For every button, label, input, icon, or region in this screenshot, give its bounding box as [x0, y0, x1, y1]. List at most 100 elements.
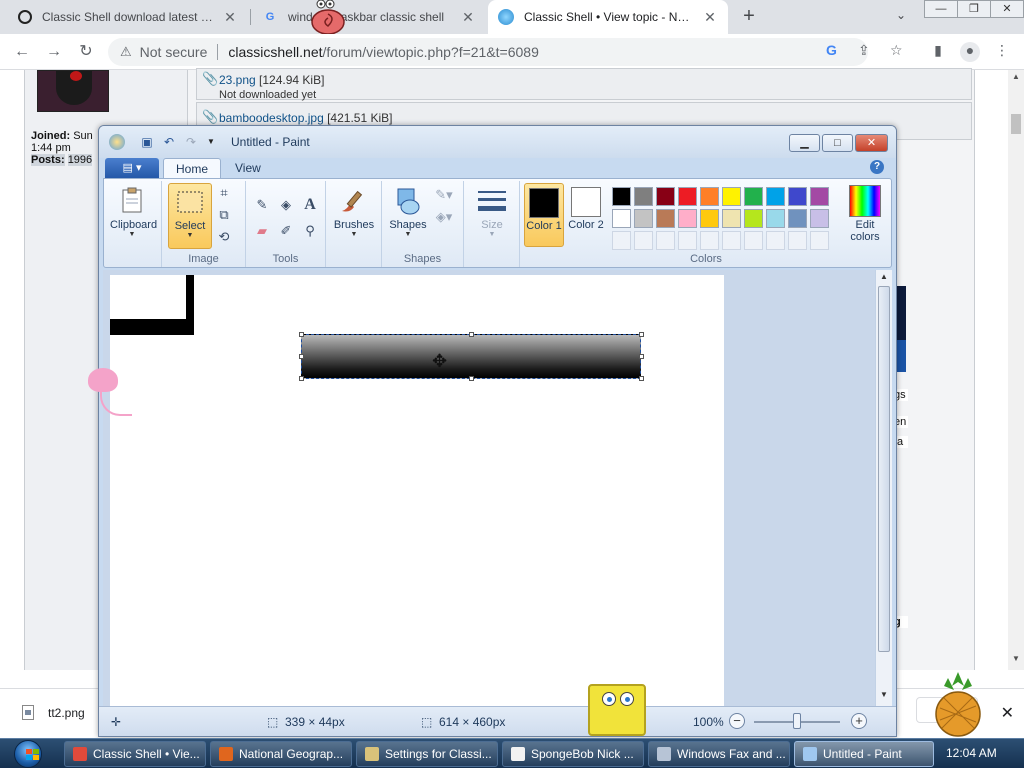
palette-color-swatch[interactable] [612, 209, 631, 228]
new-tab-button[interactable]: + [738, 6, 760, 28]
palette-color-swatch[interactable] [722, 187, 741, 206]
canvas-vertical-scrollbar[interactable]: ▲ ▼ [875, 270, 892, 706]
fill-icon[interactable]: ◈▾ [434, 207, 454, 227]
brushes-button[interactable]: Brushes ▼ [332, 183, 376, 249]
paint-maximize-button[interactable]: □ [822, 134, 853, 152]
redo-icon[interactable]: ↷ [183, 134, 199, 150]
tab-home[interactable]: Home [163, 158, 222, 178]
palette-color-swatch[interactable] [634, 187, 653, 206]
color2-button[interactable]: Color 2 [566, 183, 606, 247]
palette-color-swatch[interactable] [810, 187, 829, 206]
close-tab-icon[interactable]: ✕ [222, 9, 238, 26]
system-clock[interactable]: 12:04 AM [946, 746, 997, 760]
taskbar-button[interactable]: Untitled - Paint [794, 741, 934, 767]
tab-view[interactable]: View [223, 158, 273, 178]
palette-color-swatch[interactable] [700, 187, 719, 206]
page-scrollbar[interactable]: ▲ ▼ [1008, 70, 1024, 670]
custom-color-slot[interactable] [722, 231, 741, 250]
security-status[interactable]: Not secure [140, 44, 208, 60]
resize-icon[interactable]: ⧉ [214, 205, 234, 225]
help-icon[interactable]: ? [870, 160, 884, 174]
custom-color-slot[interactable] [678, 231, 697, 250]
fill-bucket-icon[interactable]: ◈ [276, 195, 296, 215]
shapes-button[interactable]: Shapes ▼ [386, 183, 430, 249]
select-button[interactable]: Select ▼ [168, 183, 212, 249]
resize-handle[interactable] [299, 332, 304, 337]
drawing-canvas[interactable]: ✥ [110, 275, 724, 706]
edit-colors-button[interactable]: Edit colors [842, 183, 888, 249]
palette-color-swatch[interactable] [678, 209, 697, 228]
palette-color-swatch[interactable] [700, 209, 719, 228]
eraser-icon[interactable]: ▰ [252, 221, 272, 241]
text-tool-icon[interactable]: A [300, 195, 320, 215]
taskbar-button[interactable]: Settings for Classi... [356, 741, 498, 767]
palette-color-swatch[interactable] [656, 209, 675, 228]
custom-color-slot[interactable] [766, 231, 785, 250]
restore-button[interactable]: ❐ [957, 0, 991, 18]
color1-button[interactable]: Color 1 [524, 183, 564, 247]
download-item[interactable]: tt2.png [22, 705, 85, 720]
rotate-icon[interactable]: ⟲ [214, 227, 234, 247]
scroll-down-icon[interactable]: ▼ [1008, 654, 1024, 663]
zoom-out-icon[interactable]: − [729, 713, 745, 729]
warning-icon[interactable]: ⚠ [120, 44, 132, 60]
reload-icon[interactable]: ↻ [76, 42, 96, 62]
url-text[interactable]: classicshell.net/forum/viewtopic.php?f=2… [228, 44, 539, 60]
scroll-up-icon[interactable]: ▲ [1008, 72, 1024, 81]
paint-app-icon[interactable] [109, 134, 125, 150]
taskbar-button[interactable]: SpongeBob Nick ... [502, 741, 644, 767]
custom-color-slot[interactable] [634, 231, 653, 250]
address-bar[interactable]: ⚠ Not secure classicshell.net/forum/view… [108, 38, 868, 66]
attachment-link[interactable]: bamboodesktop.jpg [219, 111, 324, 125]
palette-color-swatch[interactable] [656, 187, 675, 206]
paint-close-button[interactable]: ✕ [855, 134, 888, 152]
crop-icon[interactable]: ⌗ [214, 183, 234, 203]
resize-handle[interactable] [639, 376, 644, 381]
palette-color-swatch[interactable] [634, 209, 653, 228]
tab-search-button[interactable]: ⌄ [896, 8, 906, 22]
outline-icon[interactable]: ✎▾ [434, 185, 454, 205]
menu-kebab-icon[interactable]: ⋮ [992, 42, 1012, 62]
resize-handle[interactable] [469, 376, 474, 381]
minimize-button[interactable]: — [924, 0, 958, 18]
scroll-thumb[interactable] [878, 286, 890, 652]
tab-classic-shell-topic[interactable]: Classic Shell • View topic - New task ✕ [488, 0, 728, 34]
palette-color-swatch[interactable] [766, 209, 785, 228]
paint-menu-button[interactable]: ▤ ▾ [105, 158, 159, 178]
forward-arrow-icon[interactable]: → [44, 42, 64, 62]
taskbar-button[interactable]: Windows Fax and ... [648, 741, 790, 767]
palette-color-swatch[interactable] [678, 187, 697, 206]
palette-color-swatch[interactable] [744, 187, 763, 206]
custom-color-slot[interactable] [810, 231, 829, 250]
color-picker-icon[interactable]: ✐ [276, 221, 296, 241]
custom-color-slot[interactable] [744, 231, 763, 250]
bookmark-star-icon[interactable]: ☆ [890, 42, 903, 59]
save-icon[interactable]: ▣ [139, 134, 155, 150]
google-lens-icon[interactable]: G [826, 42, 837, 58]
resize-handle[interactable] [639, 354, 644, 359]
tab-classic-shell-download[interactable]: Classic Shell download latest version ✕ [8, 0, 248, 34]
clipboard-button[interactable]: Clipboard ▼ [110, 183, 157, 249]
side-panel-icon[interactable]: ▮ [928, 42, 948, 62]
selection-box[interactable]: ✥ [301, 334, 641, 379]
attachment-link[interactable]: 23.png [219, 73, 256, 87]
magnifier-icon[interactable]: ⚲ [300, 221, 320, 241]
palette-color-swatch[interactable] [744, 209, 763, 228]
palette-color-swatch[interactable] [612, 187, 631, 206]
paint-minimize-button[interactable]: ▁ [789, 134, 820, 152]
resize-handle[interactable] [299, 376, 304, 381]
back-arrow-icon[interactable]: ← [12, 42, 32, 62]
scroll-up-icon[interactable]: ▲ [876, 272, 892, 281]
pencil-icon[interactable]: ✎ [252, 195, 272, 215]
palette-color-swatch[interactable] [722, 209, 741, 228]
resize-handle[interactable] [299, 354, 304, 359]
close-tab-icon[interactable]: ✕ [460, 9, 476, 26]
close-window-button[interactable]: ✕ [990, 0, 1024, 18]
close-downloads-icon[interactable]: ✕ [1001, 703, 1014, 723]
zoom-slider-thumb[interactable] [793, 713, 801, 729]
resize-handle[interactable] [639, 332, 644, 337]
custom-color-slot[interactable] [656, 231, 675, 250]
customize-quick-access-icon[interactable]: ▼ [203, 134, 219, 150]
start-button[interactable] [10, 739, 46, 768]
custom-color-slot[interactable] [612, 231, 631, 250]
